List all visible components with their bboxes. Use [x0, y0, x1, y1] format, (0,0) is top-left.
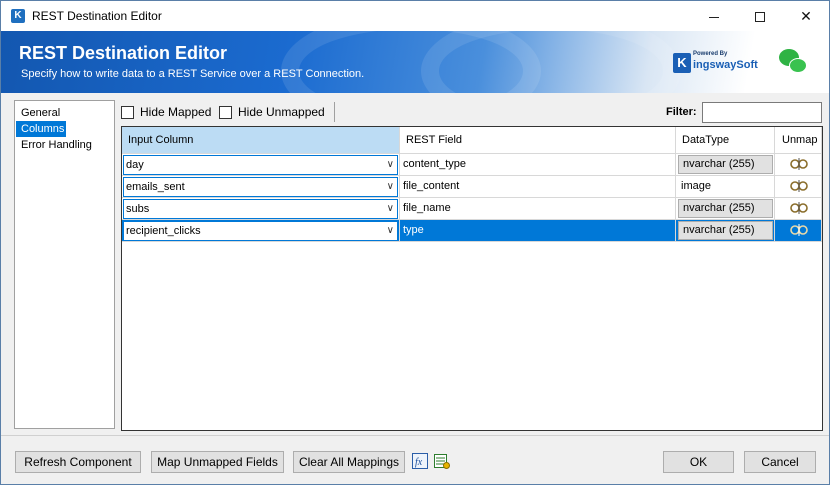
footer-divider	[1, 435, 829, 436]
hide-unmapped-label[interactable]: Hide Unmapped	[238, 105, 325, 119]
input-column-value: emails_sent	[126, 181, 185, 193]
datatype-button[interactable]: nvarchar (255)	[678, 221, 773, 240]
input-column-combobox[interactable]: recipient_clicks ∨	[123, 221, 398, 241]
grid-header: Input Column REST Field DataType Unmap	[122, 127, 822, 154]
cancel-button[interactable]: Cancel	[744, 451, 816, 473]
rest-field-cell: type	[400, 220, 676, 242]
datatype-button[interactable]: nvarchar (255)	[678, 199, 773, 218]
input-column-combobox[interactable]: subs ∨	[123, 199, 398, 219]
hide-mapped-label[interactable]: Hide Mapped	[140, 105, 211, 119]
kingswaysoft-logo-k: K	[673, 53, 691, 73]
datatype-cell[interactable]: nvarchar (255)	[676, 154, 775, 176]
input-column-value: recipient_clicks	[126, 225, 201, 237]
input-column-value: subs	[126, 203, 150, 215]
brand-powered-by: Powered By	[693, 51, 728, 57]
unmap-icon[interactable]	[789, 201, 809, 215]
input-column-cell[interactable]: recipient_clicks ∨	[122, 220, 400, 242]
datatype-cell: image	[676, 176, 775, 198]
input-column-cell[interactable]: subs ∨	[122, 198, 400, 220]
input-column-combobox[interactable]: day ∨	[123, 155, 398, 175]
nav-item-columns[interactable]: Columns	[16, 121, 66, 137]
hide-unmapped-checkbox[interactable]	[219, 106, 232, 119]
filter-label: Filter:	[666, 106, 697, 118]
chevron-down-icon[interactable]: ∨	[387, 156, 394, 174]
banner-title: REST Destination Editor	[19, 43, 228, 63]
table-row-selected[interactable]: recipient_clicks ∨ type nvarchar (255)	[122, 220, 822, 242]
hide-mapped-checkbox[interactable]	[121, 106, 134, 119]
unmap-cell[interactable]	[775, 220, 822, 242]
datatype-cell[interactable]: nvarchar (255)	[676, 220, 775, 242]
filter-input[interactable]	[702, 102, 822, 123]
table-row[interactable]: emails_sent ∨ file_content image	[122, 176, 822, 198]
datatype-cell[interactable]: nvarchar (255)	[676, 198, 775, 220]
wechat-icon[interactable]	[779, 49, 809, 77]
nav-item-general[interactable]: General	[16, 105, 114, 121]
unmap-cell[interactable]	[775, 176, 822, 198]
unmap-icon[interactable]	[789, 223, 809, 237]
window-title: REST Destination Editor	[32, 9, 162, 23]
grid-settings-icon[interactable]	[434, 453, 450, 469]
header-unmap[interactable]: Unmap	[775, 127, 822, 154]
section-nav: General Columns Error Handling	[14, 100, 115, 429]
toolbar-divider	[334, 102, 335, 122]
chevron-down-icon[interactable]: ∨	[387, 178, 394, 196]
header-rest-field[interactable]: REST Field	[400, 127, 676, 154]
minimize-button[interactable]	[691, 1, 737, 31]
kingswaysoft-logo: K Powered By ingswaySoft	[673, 51, 763, 79]
map-unmapped-fields-button[interactable]: Map Unmapped Fields	[151, 451, 284, 473]
input-column-cell[interactable]: day ∨	[122, 154, 400, 176]
nav-item-error-handling[interactable]: Error Handling	[16, 137, 114, 153]
unmap-icon[interactable]	[789, 179, 809, 193]
chevron-down-icon[interactable]: ∨	[387, 200, 394, 218]
ok-button[interactable]: OK	[663, 451, 734, 473]
expression-fx-icon[interactable]: fx	[412, 453, 428, 469]
svg-text:fx: fx	[415, 457, 423, 468]
unmap-cell[interactable]	[775, 154, 822, 176]
unmap-icon[interactable]	[789, 157, 809, 171]
banner-decoration	[421, 31, 681, 93]
rest-field-cell: file_name	[400, 198, 676, 220]
header-input-column[interactable]: Input Column	[122, 127, 400, 154]
rest-field-cell: content_type	[400, 154, 676, 176]
columns-toolbar: Hide Mapped Hide Unmapped Filter:	[121, 100, 823, 124]
unmap-cell[interactable]	[775, 198, 822, 220]
close-button[interactable]: ✕	[783, 1, 829, 31]
header-datatype[interactable]: DataType	[676, 127, 775, 154]
table-row[interactable]: day ∨ content_type nvarchar (255)	[122, 154, 822, 176]
rest-field-cell: file_content	[400, 176, 676, 198]
brand-name: ingswaySoft	[693, 59, 758, 71]
chevron-down-icon[interactable]: ∨	[387, 222, 394, 240]
input-column-value: day	[126, 159, 144, 171]
minimize-icon	[709, 16, 719, 18]
refresh-component-button[interactable]: Refresh Component	[15, 451, 141, 473]
close-icon: ✕	[800, 8, 812, 24]
clear-all-mappings-button[interactable]: Clear All Mappings	[293, 451, 405, 473]
input-column-combobox[interactable]: emails_sent ∨	[123, 177, 398, 197]
maximize-icon	[755, 12, 765, 23]
kingswaysoft-k-icon: K	[11, 9, 25, 23]
rest-destination-editor-window: K REST Destination Editor ✕ REST Destina…	[0, 0, 830, 485]
header-banner: REST Destination Editor Specify how to w…	[1, 31, 829, 93]
input-column-cell[interactable]: emails_sent ∨	[122, 176, 400, 198]
column-mapping-grid: Input Column REST Field DataType Unmap d…	[121, 126, 823, 431]
table-row[interactable]: subs ∨ file_name nvarchar (255)	[122, 198, 822, 220]
title-bar: K REST Destination Editor ✕	[1, 1, 829, 31]
banner-subtitle: Specify how to write data to a REST Serv…	[21, 68, 365, 80]
maximize-button[interactable]	[737, 1, 783, 31]
datatype-button[interactable]: nvarchar (255)	[678, 155, 773, 174]
